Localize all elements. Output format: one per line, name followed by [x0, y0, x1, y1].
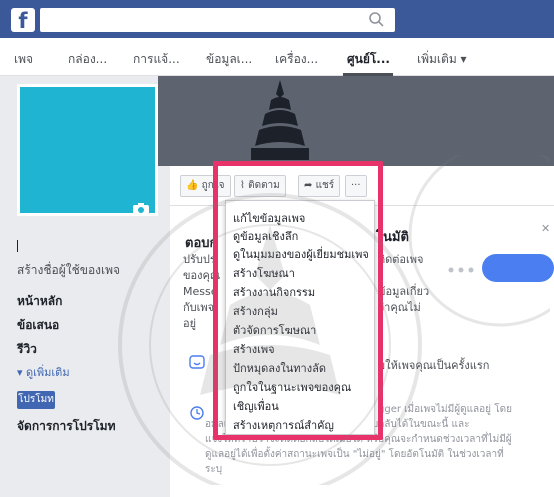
menu-item-view-as-visitor[interactable]: ดูในมุมมองของผู้เยี่ยมชมเพจ	[233, 245, 369, 263]
text-cursor	[17, 240, 18, 252]
tab-more[interactable]: เพิ่มเติม ▾	[417, 50, 467, 69]
camera-icon[interactable]	[132, 202, 150, 216]
sidebar-item-reviews[interactable]: รีวิว	[17, 340, 37, 359]
sidebar-item-offers[interactable]: ข้อเสนอ	[17, 316, 59, 335]
menu-item-create-ad[interactable]: สร้างโฆษณา	[233, 264, 295, 282]
see-more-link[interactable]: ▾ ดูเพิ่มเติม	[17, 363, 70, 381]
feature-text: ระบุ	[205, 464, 223, 475]
card-line: Messe	[183, 285, 218, 298]
thumbs-up-icon: 👍	[186, 180, 199, 191]
search-input[interactable]	[40, 8, 395, 32]
menu-item-view-insights[interactable]: ดูข้อมูลเชิงลึก	[233, 227, 298, 245]
follow-label: ติดตาม	[248, 180, 280, 191]
card-line: ว่าคุณไม่	[378, 301, 421, 314]
feature-text: มให้เพจคุณเป็นครั้งแรก	[378, 359, 490, 372]
menu-item-like-as-page[interactable]: ถูกใจในฐานะเพจของคุณ	[233, 378, 351, 396]
profile-picture[interactable]	[17, 84, 158, 216]
typing-dots-icon	[448, 267, 474, 273]
rss-icon: ⌇	[240, 180, 245, 191]
menu-item-create-page[interactable]: สร้างเพจ	[233, 340, 275, 358]
cover-emblem-icon	[251, 80, 309, 160]
share-arrow-icon: ➦	[304, 180, 313, 191]
manage-promotions-link[interactable]: จัดการการโปรโมท	[17, 417, 116, 436]
promote-button[interactable]: โปรโมท	[17, 391, 55, 409]
tab-notifications[interactable]: การแจ้...	[133, 50, 180, 69]
share-button[interactable]: ➦ แชร์	[298, 175, 341, 197]
tab-insights[interactable]: ข้อมูลเ...	[206, 50, 252, 69]
tab-inbox[interactable]: กล่อง...	[68, 50, 107, 69]
tab-tools[interactable]: เครื่อง...	[275, 50, 318, 69]
feature-text: gger เมื่อเพจไม่มีผู้ดูแลอยู่ โดย	[378, 404, 512, 415]
menu-item-create-group[interactable]: สร้างกลุ่ม	[233, 302, 278, 320]
menu-item-pin-to-shortcuts[interactable]: ปักหมุดลงในทางลัด	[233, 359, 326, 377]
menu-item-ads-manager[interactable]: ตัวจัดการโฆษณา	[233, 321, 316, 339]
sidebar-item-home[interactable]: หน้าหลัก	[17, 292, 62, 311]
tab-ad-center[interactable]: ศูนย์โ...	[347, 50, 390, 69]
card-title-right: โนมัติ	[376, 230, 409, 245]
card-line: ของคุณ	[183, 269, 221, 282]
clock-chat-icon	[190, 406, 204, 420]
menu-item-invite-friends[interactable]: เชิญเพื่อน	[233, 397, 279, 415]
card-line: ข้อมูลเกี่ยว	[378, 285, 430, 298]
menu-item-create-milestone[interactable]: สร้างเหตุการณ์สำคัญ	[233, 416, 334, 434]
smiley-chat-icon	[189, 355, 205, 369]
like-button[interactable]: 👍 ถูกใจ	[180, 175, 231, 197]
card-line: อยู่	[183, 317, 197, 330]
search-icon[interactable]	[367, 10, 387, 30]
follow-button[interactable]: ⌇ ติดตาม	[234, 175, 286, 197]
share-label: แชร์	[315, 180, 335, 191]
card-line: ปรับปรุ	[183, 253, 216, 266]
enable-toggle-button[interactable]	[482, 254, 554, 282]
menu-item-edit-page-info[interactable]: แก้ไขข้อมูลเพจ	[233, 209, 305, 227]
cover-photo[interactable]	[158, 76, 554, 166]
more-button[interactable]: ···	[345, 175, 367, 197]
close-icon[interactable]: ✕	[541, 222, 550, 235]
card-line: กับเพจ	[183, 301, 215, 314]
tab-page[interactable]: เพจ	[14, 50, 33, 69]
create-username-link[interactable]: สร้างชื่อผู้ใช้ของเพจ	[17, 261, 120, 280]
facebook-logo[interactable]: f	[11, 8, 35, 33]
card-line: ติดต่อเพจ	[378, 253, 424, 266]
menu-item-create-event[interactable]: สร้างงานกิจกรรม	[233, 283, 315, 301]
feature-text: ดูแลอยู่ได้เพื่อตั้งค่าสถานะเพจเป็น "ไม่…	[205, 449, 504, 460]
card-title-left: ตอบก	[185, 236, 218, 251]
like-label: ถูกใจ	[201, 180, 225, 191]
